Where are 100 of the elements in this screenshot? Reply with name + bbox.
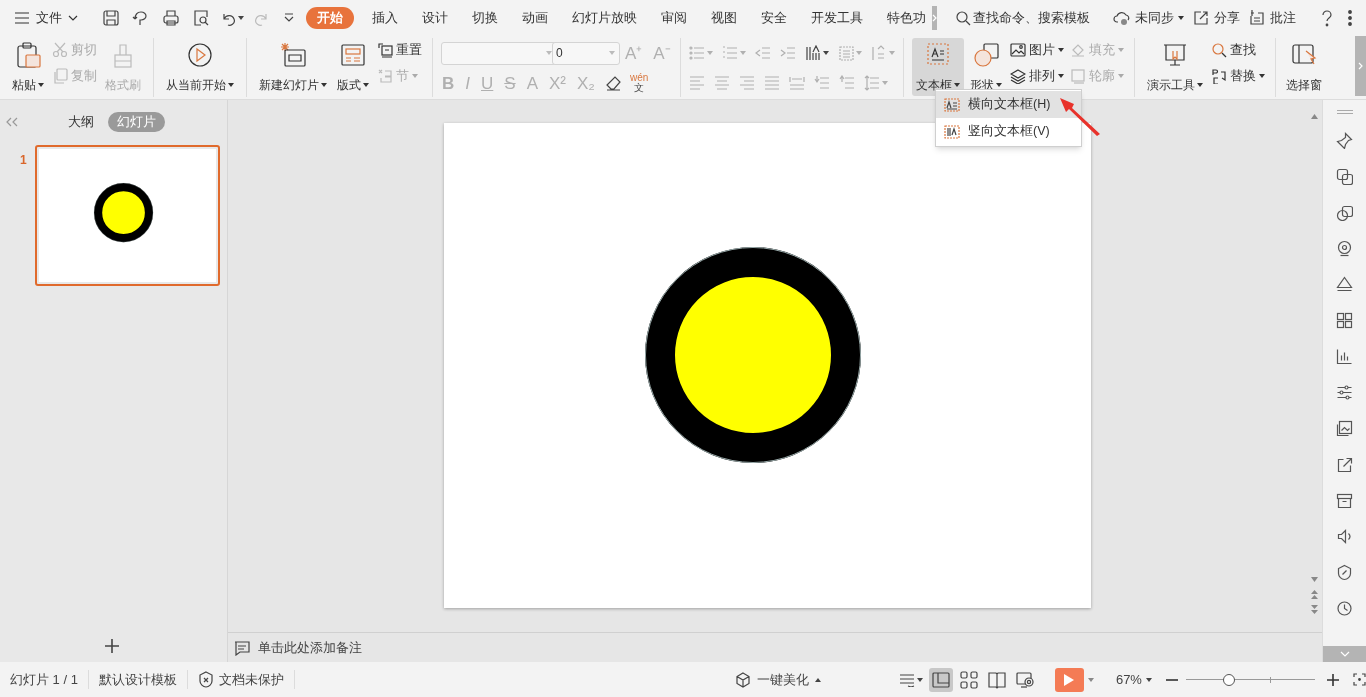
replace-icon xyxy=(1210,68,1227,84)
dropdown-icon xyxy=(284,13,294,23)
align-text-icon xyxy=(837,45,854,61)
menu-item[interactable]: 横向文本框(H) xyxy=(936,91,1081,118)
drag-handle-icon xyxy=(1336,110,1353,114)
ribbon-tab[interactable]: 幻灯片放映 xyxy=(568,7,641,29)
sidebar-tool-button[interactable] xyxy=(1336,132,1353,149)
ribbon-button[interactable]: 从当前开始 xyxy=(162,38,238,96)
caret-icon xyxy=(1178,16,1184,20)
add-slide-button[interactable] xyxy=(104,638,120,654)
ribbon-button[interactable]: 演示工具 xyxy=(1142,38,1207,96)
template-name[interactable]: 默认设计模板 xyxy=(88,669,188,690)
slider-thumb[interactable] xyxy=(1222,673,1235,686)
beautify-button[interactable]: 一键美化 xyxy=(734,669,821,690)
share-icon xyxy=(1336,456,1353,473)
help-button[interactable] xyxy=(1320,9,1334,27)
slide-thumbnail[interactable] xyxy=(34,145,220,286)
sidebar-tool-button[interactable] xyxy=(1336,348,1353,365)
menu-item[interactable]: 竖向文本框(V) xyxy=(936,118,1081,145)
share-icon xyxy=(1192,9,1210,27)
save-icon xyxy=(102,9,120,27)
toolbar-action-button[interactable]: 未同步 xyxy=(1113,8,1184,28)
print-preview-button[interactable] xyxy=(192,9,210,27)
file-menu-button[interactable]: 文件 xyxy=(14,8,78,28)
fit-window-button[interactable] xyxy=(1353,673,1366,686)
customize-button[interactable] xyxy=(284,13,294,23)
phonetic-guide-button[interactable]: wén 文 xyxy=(629,73,649,93)
format-button[interactable] xyxy=(804,45,829,61)
protection-status-button[interactable]: 文档未保护 xyxy=(187,669,295,690)
sidebar-tool-button[interactable] xyxy=(1336,600,1353,617)
chevron-right-icon xyxy=(932,14,937,22)
copy-icon xyxy=(1336,168,1353,185)
curved-arrow-button[interactable] xyxy=(132,9,150,27)
distribute-icon xyxy=(788,75,805,91)
sidebar-tool-button[interactable] xyxy=(1336,168,1353,185)
slide-counter: 幻灯片 1 / 1 xyxy=(0,669,89,690)
format-button[interactable] xyxy=(604,75,621,91)
ribbon-tab[interactable]: 开发工具 xyxy=(807,7,867,29)
sidebar-tool-button[interactable] xyxy=(1336,420,1353,437)
ribbon-button[interactable]: 排列 xyxy=(1007,65,1066,87)
zoom-level-button[interactable]: 67% xyxy=(1115,669,1152,690)
caret-icon xyxy=(38,83,44,87)
vertical-text-box-icon xyxy=(944,124,960,139)
search-field[interactable]: 查找命令、搜索模板 xyxy=(955,8,1105,28)
sidebar-tool-button[interactable] xyxy=(1336,276,1353,293)
ribbon-tab[interactable]: 审阅 xyxy=(657,7,691,29)
font-field[interactable]: 0 xyxy=(552,41,620,65)
ribbon-button[interactable]: 版式 xyxy=(333,38,373,96)
ribbon-button[interactable]: 文本框 xyxy=(911,38,964,96)
ribbon-button[interactable]: 新建幻灯片 xyxy=(255,38,331,96)
text-direction-icon xyxy=(804,45,821,61)
toolbar-action-button[interactable]: 分享 xyxy=(1192,8,1240,28)
ribbon-button[interactable]: 图片 xyxy=(1007,39,1066,61)
ribbon-tab[interactable]: 动画 xyxy=(518,7,552,29)
view-button[interactable] xyxy=(928,667,953,692)
zoom-in-button[interactable] xyxy=(1327,673,1339,686)
notes-toggle-button[interactable] xyxy=(898,672,923,687)
caret-icon xyxy=(412,74,418,78)
ribbon-tab[interactable]: 插入 xyxy=(368,7,402,29)
zoom-slider[interactable] xyxy=(1185,672,1315,687)
save-button[interactable] xyxy=(102,9,120,27)
ribbon-button[interactable]: 粘贴 xyxy=(8,38,48,96)
caret-icon xyxy=(855,51,862,55)
font-field[interactable] xyxy=(441,41,557,65)
sidebar-tool-button[interactable] xyxy=(1336,528,1353,545)
sidebar-tool-button[interactable] xyxy=(1336,240,1353,257)
chevron-down-icon xyxy=(68,15,78,21)
ribbon-tab[interactable]: 设计 xyxy=(418,7,452,29)
history-icon xyxy=(1336,600,1353,617)
sidebar-tool-button[interactable] xyxy=(1336,204,1353,221)
panel-tab[interactable]: 大纲 xyxy=(64,112,98,132)
ribbon-button[interactable]: 重置 xyxy=(375,39,424,61)
ribbon-tab[interactable]: 视图 xyxy=(707,7,741,29)
print-preview-icon xyxy=(192,9,210,27)
ribbon-tab[interactable]: 特色功 xyxy=(883,7,930,29)
sidebar-tool-button[interactable] xyxy=(1336,492,1353,509)
caret-icon xyxy=(1057,74,1064,78)
ribbon-tab[interactable]: 安全 xyxy=(757,7,791,29)
line-spacing-icon xyxy=(863,75,880,91)
notes-placeholder[interactable]: 单击此处添加备注 xyxy=(258,637,362,658)
sidebar-tool-button[interactable] xyxy=(1336,384,1353,401)
toolbar-action-button[interactable]: 批注 xyxy=(1248,8,1296,28)
ribbon-tab[interactable]: 切换 xyxy=(468,7,502,29)
ring-circle-shape[interactable] xyxy=(645,247,861,463)
print-button[interactable] xyxy=(162,9,180,27)
caret-icon xyxy=(995,83,1002,87)
ribbon-button[interactable]: 选择窗 xyxy=(1281,38,1326,96)
play-slideshow-button[interactable] xyxy=(1054,667,1084,692)
sidebar-tool-button[interactable] xyxy=(1336,312,1353,329)
text-columns-icon xyxy=(870,45,887,61)
sidebar-tool-button[interactable] xyxy=(1336,456,1353,473)
plus-icon xyxy=(1327,673,1339,686)
cloud-icon xyxy=(1113,9,1131,27)
play-options-icon[interactable] xyxy=(1087,677,1094,682)
ribbon-button[interactable]: 替换 xyxy=(1208,65,1267,87)
section-icon xyxy=(377,68,393,84)
more-button[interactable] xyxy=(1348,10,1352,26)
ribbon-button[interactable]: 查找 xyxy=(1208,39,1267,61)
sidebar-tool-button[interactable] xyxy=(1336,564,1353,581)
caret-icon xyxy=(916,677,923,682)
